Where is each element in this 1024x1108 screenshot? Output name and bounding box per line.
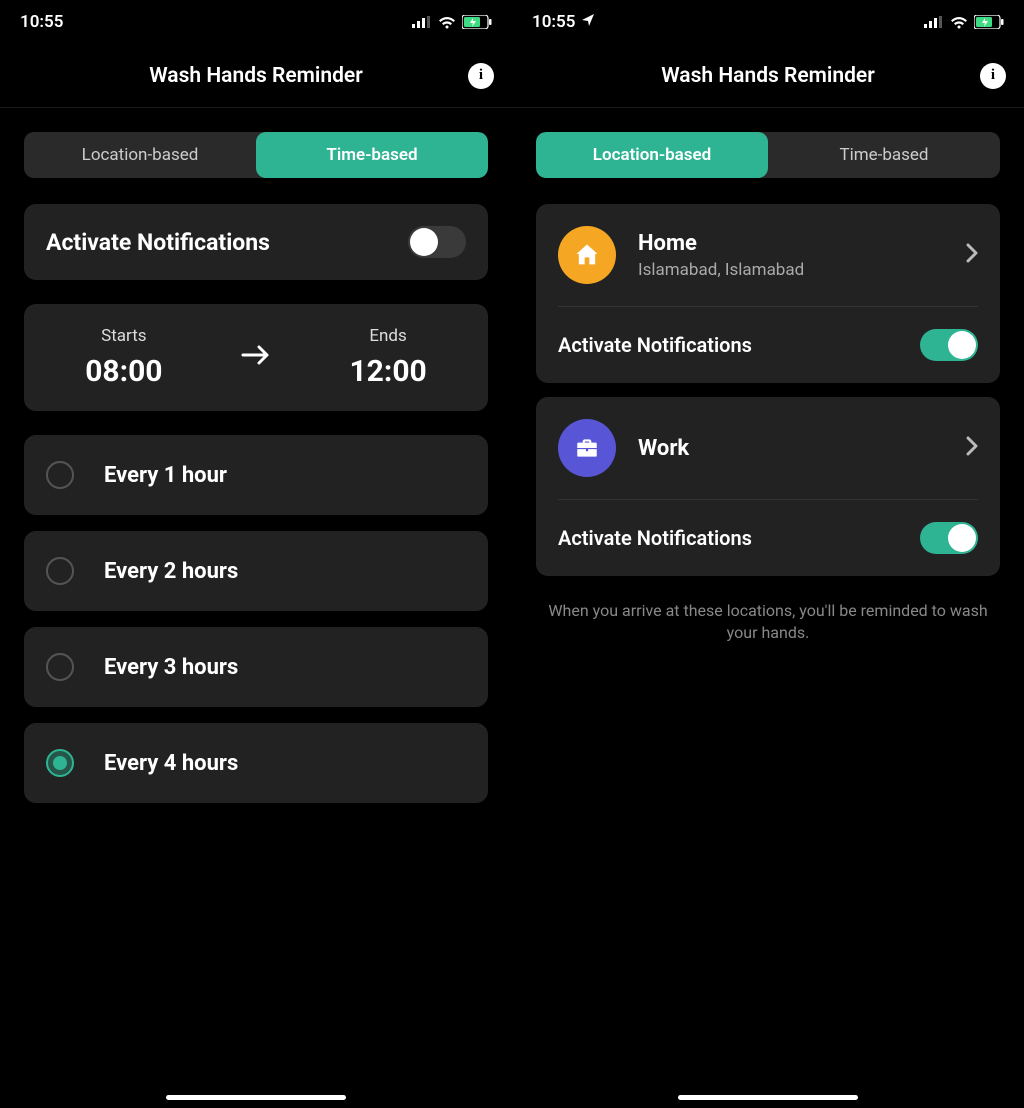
starts-value: 08:00 (85, 354, 162, 389)
status-bar: 10:55 (512, 0, 1024, 44)
activate-notifications-label: Activate Notifications (46, 229, 270, 256)
location-services-icon (581, 12, 595, 32)
page-header: Wash Hands Reminder i (512, 44, 1024, 108)
home-indicator[interactable] (166, 1095, 346, 1100)
signal-icon (412, 16, 432, 28)
tab-location-based[interactable]: Location-based (536, 132, 768, 178)
location-work-toggle[interactable] (920, 522, 978, 554)
location-name: Home (638, 231, 804, 256)
location-home-toggle[interactable] (920, 329, 978, 361)
radio-icon (46, 557, 74, 585)
activate-notifications-label: Activate Notifications (558, 526, 752, 550)
home-icon (558, 226, 616, 284)
activate-notifications-card: Activate Notifications (24, 204, 488, 280)
location-card-work: Work Activate Notifications (536, 397, 1000, 576)
frequency-option-1h[interactable]: Every 1 hour (24, 435, 488, 515)
time-range-card[interactable]: Starts 08:00 Ends 12:00 (24, 304, 488, 411)
frequency-list: Every 1 hour Every 2 hours Every 3 hours… (24, 435, 488, 803)
battery-icon (974, 15, 1004, 29)
home-indicator[interactable] (678, 1095, 858, 1100)
tab-time-based[interactable]: Time-based (768, 132, 1000, 178)
frequency-label: Every 1 hour (104, 463, 227, 488)
signal-icon (924, 16, 944, 28)
frequency-option-4h[interactable]: Every 4 hours (24, 723, 488, 803)
frequency-option-3h[interactable]: Every 3 hours (24, 627, 488, 707)
page-header: Wash Hands Reminder i (0, 44, 512, 108)
tab-time-based[interactable]: Time-based (256, 132, 488, 178)
radio-icon (46, 653, 74, 681)
location-name: Work (638, 436, 689, 461)
wifi-icon (950, 16, 968, 29)
ends-label: Ends (349, 326, 426, 346)
radio-icon (46, 749, 74, 777)
chevron-right-icon (966, 243, 978, 267)
frequency-option-2h[interactable]: Every 2 hours (24, 531, 488, 611)
wifi-icon (438, 16, 456, 29)
radio-icon (46, 461, 74, 489)
screen-time-based: 10:55 Wash Hands Reminder i Location-bas… (0, 0, 512, 1108)
tab-location-based[interactable]: Location-based (24, 132, 256, 178)
location-row-home[interactable]: Home Islamabad, Islamabad (536, 204, 1000, 306)
segmented-control: Location-based Time-based (24, 132, 488, 178)
info-button[interactable]: i (980, 63, 1006, 89)
frequency-label: Every 2 hours (104, 559, 238, 584)
location-card-home: Home Islamabad, Islamabad Activate Notif… (536, 204, 1000, 383)
frequency-label: Every 4 hours (104, 751, 238, 776)
arrow-right-icon (241, 341, 271, 374)
ends-value: 12:00 (349, 354, 426, 389)
status-time: 10:55 (532, 12, 575, 32)
end-time[interactable]: Ends 12:00 (349, 326, 426, 389)
segmented-control: Location-based Time-based (536, 132, 1000, 178)
location-sub: Islamabad, Islamabad (638, 260, 804, 280)
starts-label: Starts (85, 326, 162, 346)
activate-notifications-label: Activate Notifications (558, 333, 752, 357)
status-time: 10:55 (20, 12, 63, 32)
location-row-work[interactable]: Work (536, 397, 1000, 499)
status-bar: 10:55 (0, 0, 512, 44)
chevron-right-icon (966, 436, 978, 460)
screen-location-based: 10:55 Wash Hands Reminder i Location-bas… (512, 0, 1024, 1108)
frequency-label: Every 3 hours (104, 655, 238, 680)
battery-icon (462, 15, 492, 29)
activate-notifications-toggle[interactable] (408, 226, 466, 258)
hint-text: When you arrive at these locations, you'… (536, 600, 1000, 645)
page-title: Wash Hands Reminder (661, 64, 875, 88)
work-icon (558, 419, 616, 477)
page-title: Wash Hands Reminder (149, 64, 363, 88)
info-button[interactable]: i (468, 63, 494, 89)
start-time[interactable]: Starts 08:00 (85, 326, 162, 389)
